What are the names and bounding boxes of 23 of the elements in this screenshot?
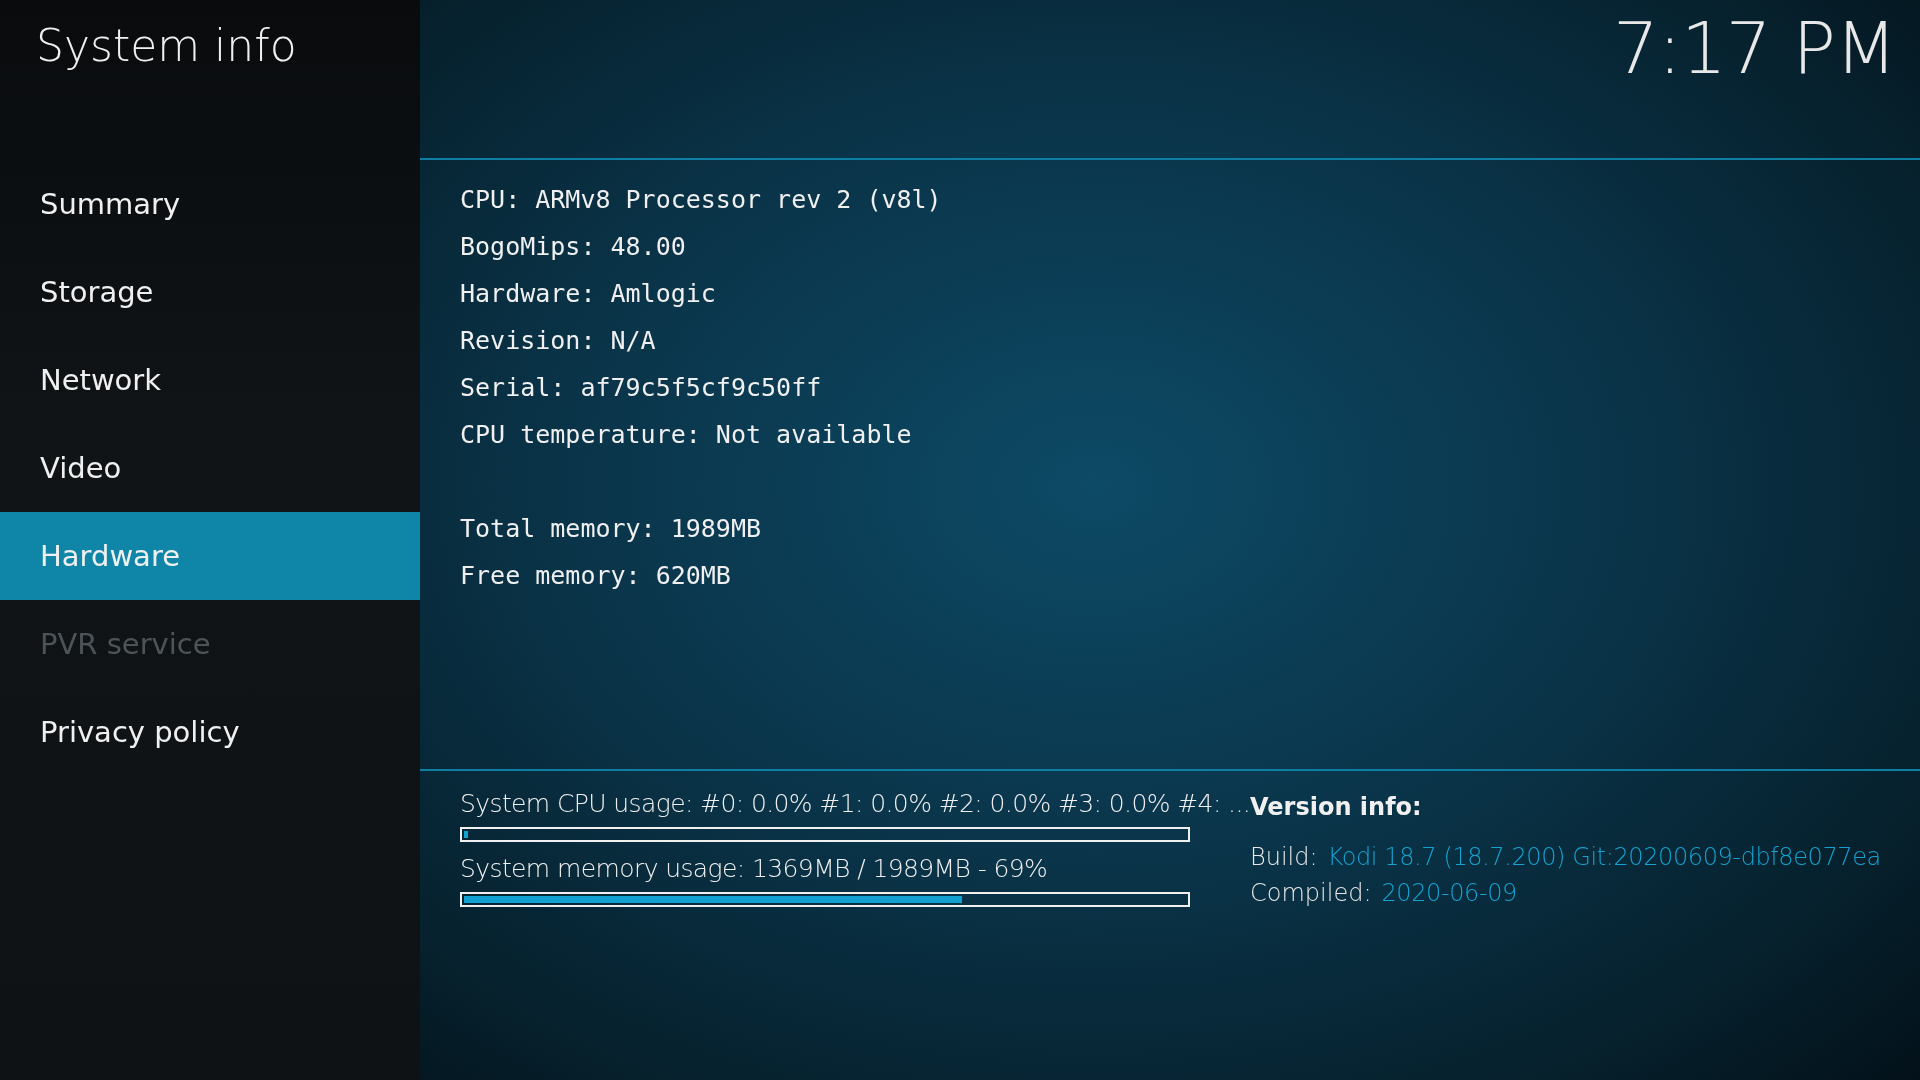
usage-label: System CPU usage: #0: 0.0% #1: 0.0% #2: 0.0% #3: 0.0% #4: ... [460, 789, 1251, 820]
version-label: Build: [1250, 843, 1318, 871]
info-line: BogoMips: 48.00 [460, 231, 686, 263]
usage-label: System memory usage: 1369MB / 1989MB - 69% [460, 854, 1048, 885]
info-line: Revision: N/A [460, 325, 656, 357]
info-line: Hardware: Amlogic [460, 278, 716, 310]
info-line: Free memory: 620MB [460, 560, 731, 592]
sidebar-item[interactable]: Storage [0, 248, 420, 336]
info-line: CPU temperature: Not available [460, 419, 912, 451]
info-line: Serial: af79c5f5cf9c50ff [460, 372, 822, 404]
sidebar-item[interactable]: Hardware [0, 512, 420, 600]
version-value: Kodi 18.7 (18.7.200) Git:20200609-dbf8e077ea [1327, 843, 1881, 871]
version-heading: Version info: [1250, 793, 1422, 823]
sidebar-item[interactable]: Summary [0, 160, 420, 248]
version-value: 2020-06-09 [1381, 879, 1517, 907]
screen-title: System info [35, 19, 298, 73]
sidebar-item[interactable]: Video [0, 424, 420, 512]
sidebar-item[interactable]: Privacy policy [0, 688, 420, 776]
info-line: Total memory: 1989MB [460, 513, 762, 545]
sidebar-item[interactable]: Network [0, 336, 420, 424]
clock: 7:17 PM [1612, 6, 1896, 90]
version-label: Compiled: [1250, 879, 1372, 907]
info-line: CPU: ARMv8 Processor rev 2 (v8l) [460, 184, 942, 216]
